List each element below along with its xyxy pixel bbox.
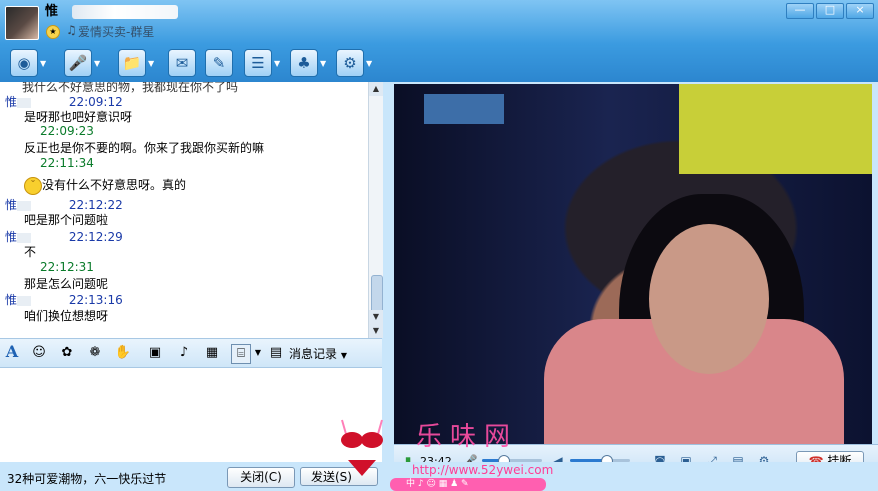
close-button[interactable]: 关闭(C) <box>227 467 295 488</box>
gift-icon[interactable]: ✋ <box>114 344 132 362</box>
close-window-button[interactable]: × <box>846 3 874 19</box>
screenshot-icon[interactable]: ⌸ <box>231 344 251 364</box>
send-file-icon[interactable]: 📁 <box>118 49 146 77</box>
chevron-down-icon[interactable]: ▼ <box>249 344 267 362</box>
message-text: 咱们换位想想呀 <box>24 309 109 323</box>
video-feed <box>394 84 872 444</box>
bikini-watermark-icon <box>341 419 383 476</box>
watermark-url[interactable]: http://www.52ywei.com <box>412 463 553 477</box>
name-redaction <box>72 5 178 19</box>
remote-assist-icon[interactable]: ♣ <box>290 49 318 77</box>
awkward-emoji-icon: ˘ <box>24 176 42 195</box>
message-text: 那是怎么问题呢 <box>24 277 109 291</box>
message-sender: 惟 <box>5 230 18 244</box>
status-text: 爱情买卖-群星 <box>78 25 155 39</box>
ad-text[interactable]: 32种可爱潮物，六一快乐过节 <box>7 470 166 487</box>
minimize-button[interactable]: — <box>786 3 814 19</box>
message-time: 22:09:23 <box>40 124 94 138</box>
scroll-down-arrow-icon[interactable]: ▼ <box>369 310 383 324</box>
contact-name: 惟 <box>45 4 59 19</box>
magic-emoticon-icon[interactable]: ✿ <box>58 344 76 362</box>
watermark-logo: 乐味网 <box>416 422 519 452</box>
photo-icon[interactable]: ▦ <box>203 344 221 362</box>
shake-window-icon[interactable]: ❁ <box>86 344 104 362</box>
message-header: 22:09:23 <box>40 124 94 138</box>
message-time: 22:09:12 <box>68 95 123 109</box>
chevron-down-icon[interactable]: ▼ <box>94 59 100 68</box>
message-text: 吧是那个问题啦 <box>24 213 109 227</box>
online-status-icon: ★ <box>46 25 60 39</box>
sender-redaction <box>17 232 32 243</box>
message-input[interactable] <box>0 368 382 462</box>
message-text: 是呀那也吧好意识呀 <box>24 110 133 124</box>
title-bar: 惟 ★ ♫ 爱情买卖-群星 — □ × <box>0 0 878 44</box>
main-toolbar: ◉ ▼ 🎤 ▼ 📁 ▼ ✉ ✎ ☰ ▼ ♣ ▼ ⚙ ▼ <box>0 44 878 82</box>
message-text: 没有什么不好意思呀。真的 <box>42 178 187 192</box>
send-mail-icon[interactable]: ✉ <box>168 49 196 77</box>
format-toolbar: A ☺ ✿ ❁ ✋ ▣ ♪ ▦ ⌸ ▼ ▤ 消息记录 ▼ <box>0 338 382 368</box>
chevron-down-icon: ▼ <box>340 351 347 360</box>
emoji-icon[interactable]: ☺ <box>30 344 48 362</box>
message-time: 22:13:16 <box>68 293 123 307</box>
app-icon[interactable]: ☰ <box>244 49 272 77</box>
message-history-label: 消息记录 <box>289 347 338 361</box>
watermark-bar-text: 中 <box>406 479 416 489</box>
background-monitor <box>424 94 504 124</box>
music-icon[interactable]: ♪ <box>175 344 193 362</box>
chevron-down-icon[interactable]: ▼ <box>366 59 372 68</box>
scroll-down-arrow-icon[interactable]: ▼ <box>369 324 383 338</box>
scrollbar-thumb[interactable] <box>371 275 383 315</box>
message-history-button[interactable]: 消息记录 ▼ <box>289 345 347 362</box>
message-sender: 惟 <box>5 293 18 307</box>
message-header: 22:12:31 <box>40 260 94 274</box>
message-row: ˘ 没有什么不好意思呀。真的 <box>24 176 186 195</box>
message-time: 22:11:34 <box>40 156 94 170</box>
video-subject-face <box>649 224 769 374</box>
message-header: 惟 22:13:16 <box>5 291 123 308</box>
chat-scrollbar[interactable]: ▲ ▼ ▼ <box>368 82 383 338</box>
chevron-down-icon[interactable]: ▼ <box>40 59 46 68</box>
scroll-up-arrow-icon[interactable]: ▲ <box>369 82 383 96</box>
chevron-down-icon[interactable]: ▼ <box>148 59 154 68</box>
sender-redaction <box>17 295 32 306</box>
avatar[interactable] <box>5 6 39 40</box>
message-sender: 惟 <box>5 95 18 109</box>
background-person <box>679 84 872 174</box>
video-call-icon[interactable]: ◉ <box>10 49 38 77</box>
send-image-icon[interactable]: ▣ <box>146 344 164 362</box>
watermark-toolbar: 中 ♪ ☺ ▦ ♟ ✎ <box>390 478 546 491</box>
message-time: 22:12:22 <box>68 198 123 212</box>
maximize-button[interactable]: □ <box>816 3 844 19</box>
sms-icon[interactable]: ✎ <box>205 49 233 77</box>
music-note-icon: ♫ <box>66 23 77 37</box>
message-header: 惟 22:12:29 <box>5 228 123 245</box>
message-sender: 惟 <box>5 198 18 212</box>
message-text: 反正也是你不要的啊。你来了我跟你买新的嘛 <box>24 141 265 155</box>
history-icon[interactable]: ▤ <box>268 344 284 362</box>
message-time: 22:12:29 <box>68 230 123 244</box>
message-header: 22:11:34 <box>40 156 94 170</box>
message-time: 22:12:31 <box>40 260 94 274</box>
settings-icon[interactable]: ⚙ <box>336 49 364 77</box>
font-icon[interactable]: A <box>3 343 21 361</box>
window-controls: — □ × <box>786 3 874 19</box>
message-text: 不 <box>24 245 37 259</box>
voice-call-icon[interactable]: 🎤 <box>64 49 92 77</box>
sender-redaction <box>17 200 32 211</box>
chevron-down-icon[interactable]: ▼ <box>320 59 326 68</box>
chevron-down-icon[interactable]: ▼ <box>274 59 280 68</box>
chat-history[interactable]: 我什么不好意思的物，我都现在你不了吗 惟 22:09:12 是呀那也吧好意识呀 … <box>0 82 368 338</box>
sender-redaction <box>17 97 32 108</box>
